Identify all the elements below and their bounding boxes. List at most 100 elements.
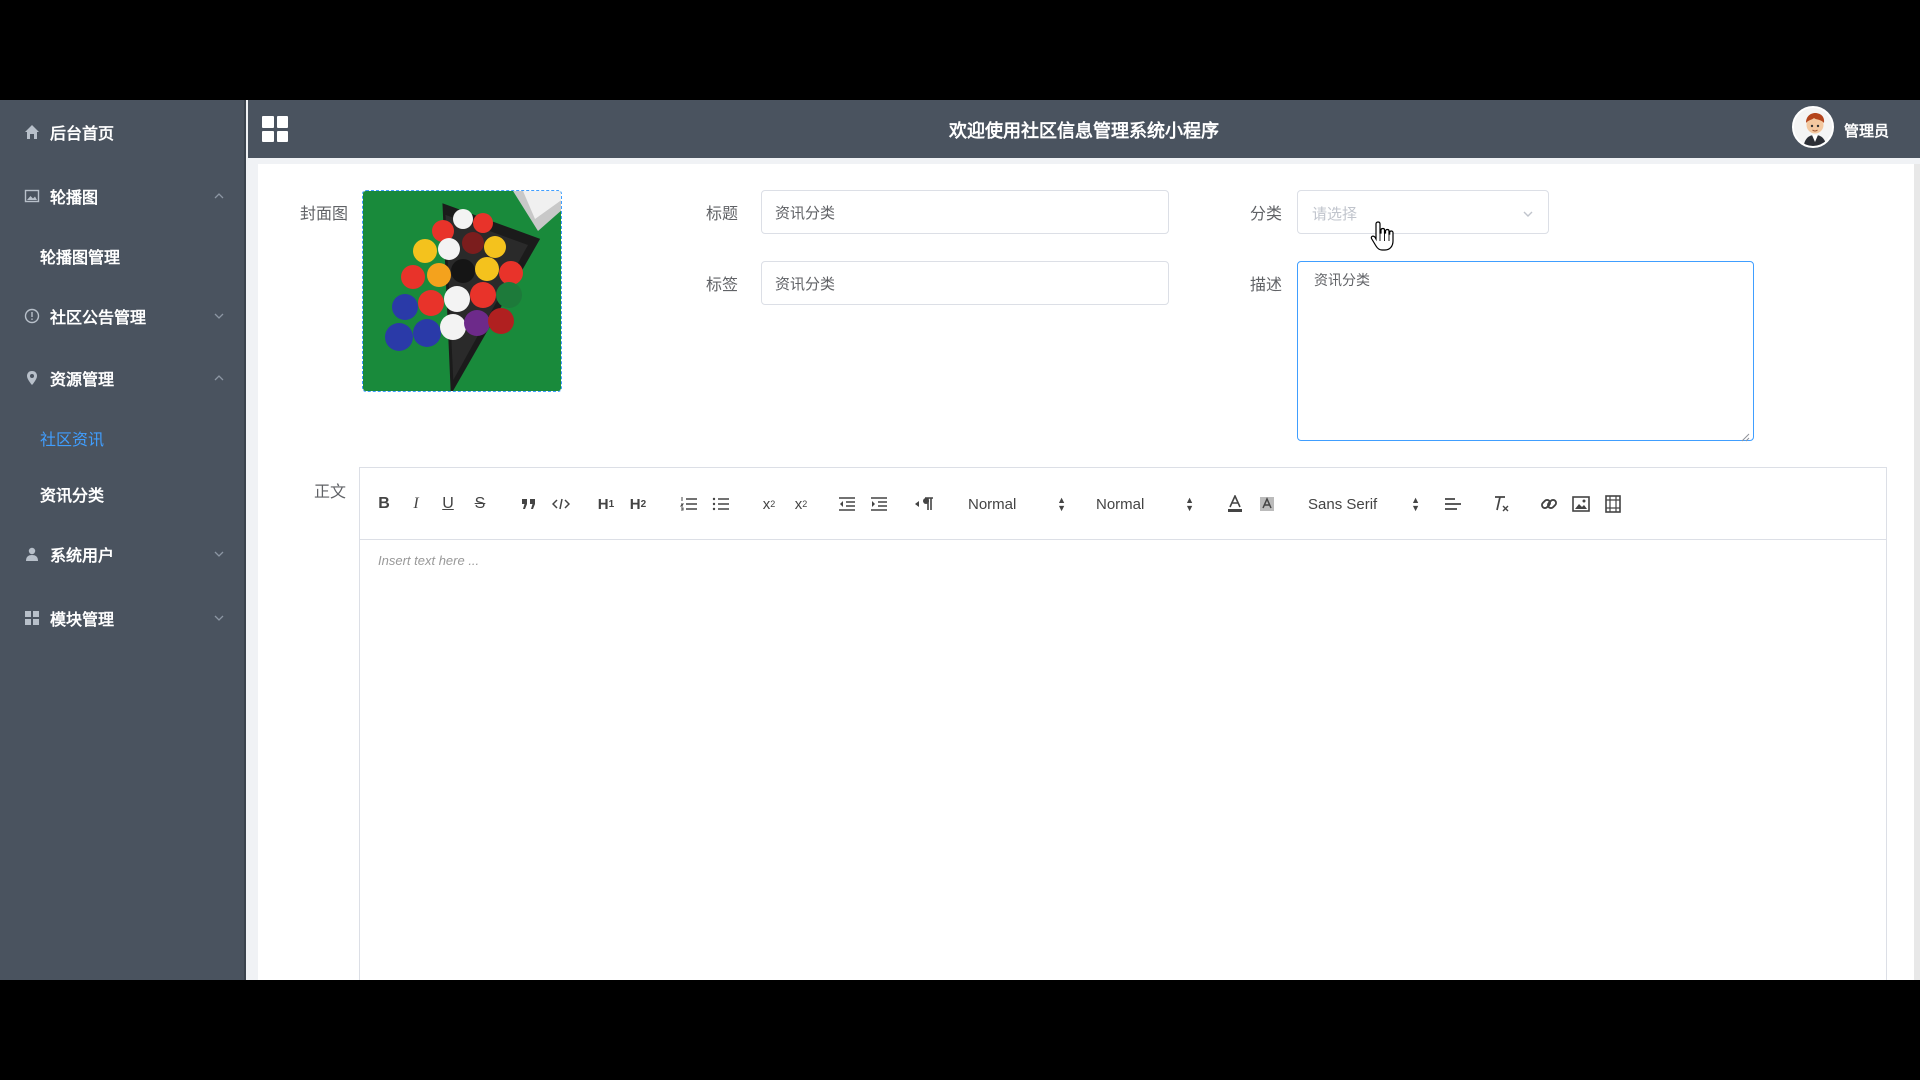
- sidebar-item-label: 模块管理: [50, 610, 115, 629]
- sidebar-item-label: 社区公告管理: [50, 308, 147, 327]
- body-label: 正文: [313, 482, 346, 501]
- clear-format-button[interactable]: [1490, 492, 1512, 516]
- code-icon: [552, 498, 570, 510]
- location-icon: [24, 370, 40, 386]
- sidebar: 后台首页 轮播图 轮播图管理 社区公告管理 资源管理 社区资讯 资讯分类 系统用…: [0, 100, 246, 980]
- outdent-icon: [839, 497, 855, 511]
- align-button[interactable]: [1442, 492, 1464, 516]
- align-left-icon: [1445, 498, 1461, 510]
- sidebar-item-label: 系统用户: [50, 546, 115, 565]
- sidebar-item-label: 轮播图: [50, 188, 99, 207]
- description-label: 描述: [1249, 275, 1282, 294]
- avatar[interactable]: [1792, 106, 1834, 148]
- page-title: 欢迎使用社区信息管理系统小程序: [949, 121, 1219, 142]
- text-color-icon: [1228, 495, 1242, 512]
- tag-label: 标签: [705, 275, 738, 294]
- sidebar-sub-community-news[interactable]: 社区资讯: [0, 418, 246, 458]
- blockquote-button[interactable]: [518, 492, 540, 516]
- cover-image: [363, 191, 561, 391]
- outdent-button[interactable]: [836, 492, 858, 516]
- tag-input[interactable]: [761, 261, 1169, 305]
- page-scrollbar[interactable]: [1914, 164, 1920, 980]
- font-picker[interactable]: Sans Serif ▲ ▼: [1308, 492, 1420, 516]
- chevron-down-icon: [214, 613, 224, 623]
- app-window: 后台首页 轮播图 轮播图管理 社区公告管理 资源管理 社区资讯 资讯分类 系统用…: [0, 100, 1920, 980]
- image-button[interactable]: [1570, 492, 1592, 516]
- category-select[interactable]: 请选择: [1297, 190, 1549, 234]
- highlight-icon: [1260, 497, 1274, 511]
- paragraph-rtl-icon: [915, 497, 933, 510]
- cover-image-upload[interactable]: [362, 190, 562, 392]
- link-icon: [1541, 499, 1557, 509]
- user-name[interactable]: 管理员: [1844, 120, 1889, 141]
- size-picker-value: Normal: [1096, 495, 1145, 513]
- bullet-list-icon: [712, 497, 729, 511]
- image-icon: [24, 188, 40, 204]
- size-picker[interactable]: Normal ▲ ▼: [1096, 492, 1194, 516]
- description-textarea[interactable]: 资讯分类: [1297, 261, 1754, 441]
- clear-format-icon: [1495, 496, 1509, 512]
- letterbox-bottom: [0, 980, 1920, 1080]
- sidebar-item-resources[interactable]: 资源管理: [0, 358, 246, 398]
- text-direction-button[interactable]: [912, 492, 938, 516]
- info-circle-icon: [24, 308, 40, 324]
- image-icon: [1572, 496, 1590, 512]
- sidebar-item-label: 资源管理: [50, 370, 115, 389]
- link-button[interactable]: [1538, 492, 1560, 516]
- code-block-button[interactable]: [550, 492, 572, 516]
- editor-toolbar: B I U S H1 H2 x2 x2 Normal ▲ ▼ Normal ▲ …: [360, 468, 1886, 540]
- video-icon: [1605, 495, 1621, 513]
- letterbox-top: [0, 0, 1920, 100]
- chevron-up-icon: [214, 191, 224, 201]
- title-input[interactable]: [761, 190, 1169, 234]
- sidebar-item-modules[interactable]: 模块管理: [0, 598, 246, 638]
- user-icon: [24, 546, 40, 562]
- font-picker-value: Sans Serif: [1308, 495, 1378, 513]
- category-placeholder: 请选择: [1312, 205, 1358, 223]
- updown-icon: ▲ ▼: [1185, 495, 1194, 513]
- chevron-down-icon: [214, 549, 224, 559]
- text-color-button[interactable]: [1224, 492, 1246, 516]
- sidebar-item-home[interactable]: 后台首页: [0, 112, 246, 152]
- ordered-list-button[interactable]: [678, 492, 700, 516]
- edit-form-panel: 封面图 标题 资讯分类 标签 资讯分类 分类 请选择 描述 资讯分类 正文 B …: [258, 164, 1914, 980]
- cover-label: 封面图: [299, 204, 348, 223]
- title-label: 标题: [705, 204, 738, 223]
- italic-button[interactable]: I: [406, 492, 426, 516]
- sidebar-sub-news-category[interactable]: 资讯分类: [0, 474, 246, 514]
- quote-icon: [522, 499, 535, 509]
- indent-button[interactable]: [868, 492, 890, 516]
- subscript-button[interactable]: x2: [758, 492, 780, 516]
- chevron-up-icon: [214, 373, 224, 383]
- grid-icon: [24, 610, 40, 626]
- strike-button[interactable]: S: [470, 492, 490, 516]
- superscript-button[interactable]: x2: [790, 492, 812, 516]
- video-button[interactable]: [1602, 492, 1624, 516]
- category-label: 分类: [1249, 204, 1282, 223]
- home-icon: [24, 124, 40, 140]
- top-header: 欢迎使用社区信息管理系统小程序 管理员: [248, 100, 1920, 158]
- ordered-list-icon: [680, 497, 697, 511]
- updown-icon: ▲ ▼: [1057, 495, 1066, 513]
- sidebar-item-notice[interactable]: 社区公告管理: [0, 296, 246, 336]
- editor-placeholder: Insert text here ...: [378, 553, 480, 568]
- sidebar-sub-carousel-manage[interactable]: 轮播图管理: [0, 236, 246, 276]
- indent-icon: [871, 497, 887, 511]
- header-picker-value: Normal: [968, 495, 1017, 513]
- sidebar-item-system-users[interactable]: 系统用户: [0, 534, 246, 574]
- header-picker[interactable]: Normal ▲ ▼: [968, 492, 1066, 516]
- editor-content[interactable]: Insert text here ...: [360, 541, 1886, 980]
- sidebar-item-carousel[interactable]: 轮播图: [0, 176, 246, 216]
- underline-button[interactable]: U: [438, 492, 458, 516]
- resize-handle-icon[interactable]: [1740, 427, 1750, 442]
- background-color-button[interactable]: [1256, 492, 1278, 516]
- chevron-down-icon: [214, 311, 224, 321]
- sidebar-item-label: 后台首页: [50, 124, 115, 143]
- bullet-list-button[interactable]: [710, 492, 732, 516]
- rich-text-editor: B I U S H1 H2 x2 x2 Normal ▲ ▼ Normal ▲ …: [359, 467, 1887, 980]
- updown-icon: ▲ ▼: [1411, 495, 1420, 513]
- bold-button[interactable]: B: [374, 492, 394, 516]
- header2-button[interactable]: H2: [626, 492, 650, 516]
- header1-button[interactable]: H1: [594, 492, 618, 516]
- chevron-down-icon: [1522, 205, 1534, 217]
